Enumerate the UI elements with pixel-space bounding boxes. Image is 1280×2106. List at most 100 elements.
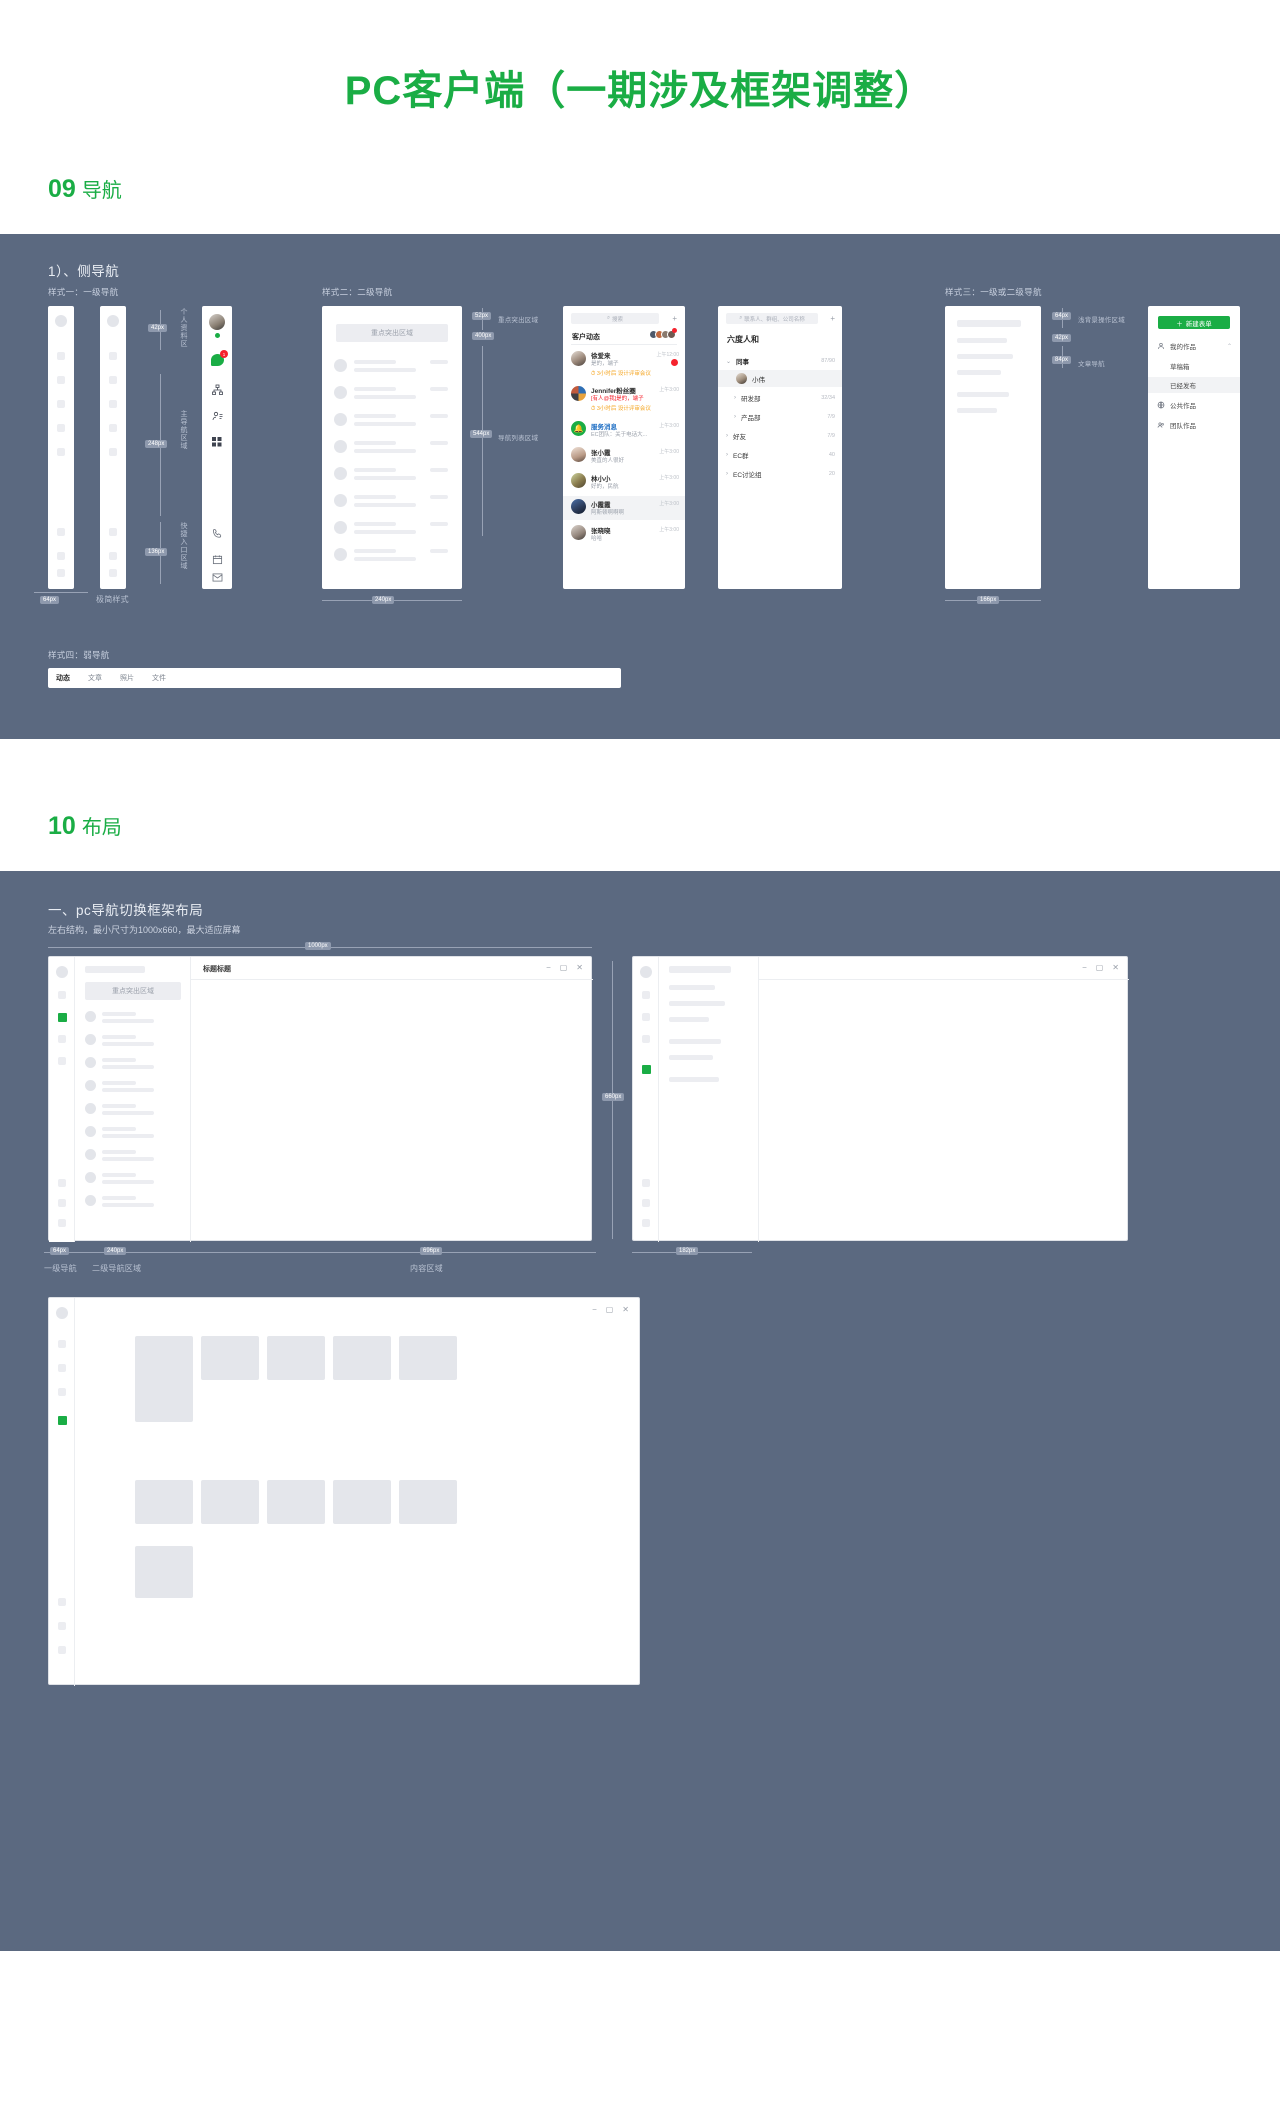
contacts-search-input[interactable]: ⌕ 联系人、群组、公司名称 bbox=[726, 313, 818, 324]
nav-icon-slot[interactable] bbox=[109, 424, 117, 432]
contact-group-row[interactable]: › EC讨论组 20 bbox=[718, 466, 842, 482]
close-icon[interactable]: ✕ bbox=[1112, 964, 1119, 972]
calendar-icon[interactable] bbox=[212, 554, 223, 565]
rail-icon[interactable] bbox=[58, 1364, 66, 1372]
rail-icon[interactable] bbox=[642, 1199, 650, 1207]
contact-group-row[interactable]: ⌄ 同事 87/90 bbox=[718, 353, 842, 369]
rail-icon[interactable] bbox=[58, 1179, 66, 1187]
maximize-icon[interactable]: ▢ bbox=[1096, 964, 1104, 972]
contact-row-selected[interactable]: 小伟 bbox=[718, 370, 842, 387]
nav-placeholder[interactable] bbox=[669, 1001, 725, 1006]
rail-icon[interactable] bbox=[642, 1179, 650, 1187]
rail-icon[interactable] bbox=[642, 1219, 650, 1227]
rail-icon[interactable] bbox=[58, 1388, 66, 1396]
close-icon[interactable]: ✕ bbox=[576, 964, 583, 972]
contact-group-row[interactable]: › EC群 40 bbox=[718, 447, 842, 463]
grid-card[interactable] bbox=[333, 1336, 391, 1380]
phone-icon[interactable] bbox=[212, 528, 223, 539]
close-icon[interactable]: ✕ bbox=[622, 1306, 629, 1314]
rail-icon[interactable] bbox=[642, 1035, 650, 1043]
grid-card[interactable] bbox=[399, 1480, 457, 1524]
chat-list-item[interactable]: Jennifer粉丝圈 上午3:00 [有人@我]是的，端子 ⏱ 3小时后 设计… bbox=[563, 382, 685, 415]
nav-icon-slot[interactable] bbox=[57, 376, 65, 384]
avatar[interactable] bbox=[640, 966, 652, 978]
rail-icon[interactable] bbox=[58, 1199, 66, 1207]
chat-list-item[interactable]: 张晓晓 上午3:00 哈哈 bbox=[563, 522, 685, 546]
nav-placeholder[interactable] bbox=[669, 966, 731, 973]
rail-icon-active[interactable] bbox=[58, 1416, 67, 1425]
avatar[interactable] bbox=[56, 1307, 68, 1319]
nav-placeholder[interactable] bbox=[669, 985, 715, 990]
grid-card[interactable] bbox=[201, 1336, 259, 1380]
rail-icon[interactable] bbox=[58, 1057, 66, 1065]
nav-icon-slot[interactable] bbox=[57, 424, 65, 432]
grid-card[interactable] bbox=[135, 1480, 193, 1524]
nav-placeholder[interactable] bbox=[957, 354, 1013, 359]
nav-placeholder[interactable] bbox=[669, 1039, 721, 1044]
rail-icon[interactable] bbox=[58, 1622, 66, 1630]
rail-icon[interactable] bbox=[58, 1035, 66, 1043]
contact-group-row[interactable]: › 研发部 32/34 bbox=[718, 390, 842, 406]
window-controls[interactable]: − ▢ ✕ bbox=[1082, 964, 1119, 972]
maximize-icon[interactable]: ▢ bbox=[606, 1306, 614, 1314]
menu-item-public-works[interactable]: 公共作品 bbox=[1148, 397, 1240, 413]
chat-list-item-selected[interactable]: 小霞霞 上午3:00 阿斯顿啊啊啊 bbox=[563, 496, 685, 520]
minimize-icon[interactable]: − bbox=[1082, 964, 1087, 972]
nav-icon-slot[interactable] bbox=[109, 552, 117, 560]
chat-list-item[interactable]: 张小霞 上午3:00 美直的人很好 bbox=[563, 444, 685, 468]
mail-icon[interactable] bbox=[212, 573, 223, 582]
nav-placeholder[interactable] bbox=[669, 1017, 709, 1022]
search-input[interactable]: ⌕ 搜索 bbox=[571, 313, 659, 324]
chat-list-item[interactable]: 🔔 服务消息 上午3:00 EC团队：关于电话大... bbox=[563, 418, 685, 442]
menu-item-published-selected[interactable]: 已经发布 bbox=[1148, 377, 1240, 393]
nav-icon-slot[interactable] bbox=[57, 552, 65, 560]
minimize-icon[interactable]: − bbox=[592, 1306, 597, 1314]
rail-icon[interactable] bbox=[58, 1340, 66, 1348]
nav-icon-slot[interactable] bbox=[109, 528, 117, 536]
tab-file[interactable]: 文件 bbox=[152, 673, 166, 683]
nav-icon-slot[interactable] bbox=[57, 448, 65, 456]
grid-card[interactable] bbox=[201, 1480, 259, 1524]
avatar[interactable] bbox=[209, 314, 225, 330]
nav-placeholder[interactable] bbox=[669, 1055, 713, 1060]
avatar[interactable] bbox=[56, 966, 68, 978]
nav-icon-slot[interactable] bbox=[109, 376, 117, 384]
create-form-button[interactable]: ＋ 新建表单 bbox=[1158, 316, 1230, 329]
chat-list-item[interactable]: 徐爱来 上午12:00 是的，端子 ⏱ 3小时后 设计评审会议 bbox=[563, 347, 685, 380]
nav-icon-slot[interactable] bbox=[109, 352, 117, 360]
menu-item-team-works[interactable]: 团队作品 bbox=[1148, 417, 1240, 433]
nav-icon-slot[interactable] bbox=[57, 400, 65, 408]
nav-placeholder[interactable] bbox=[669, 1077, 719, 1082]
grid-card[interactable] bbox=[267, 1480, 325, 1524]
rail-icon[interactable] bbox=[58, 1598, 66, 1606]
rail-icon-active[interactable] bbox=[58, 1013, 67, 1022]
rail-icon[interactable] bbox=[58, 991, 66, 999]
plus-icon[interactable]: + bbox=[830, 314, 835, 323]
tab-photo[interactable]: 照片 bbox=[120, 673, 134, 683]
nav-placeholder[interactable] bbox=[957, 408, 997, 413]
nav-icon-slot[interactable] bbox=[57, 528, 65, 536]
tab-article[interactable]: 文章 bbox=[88, 673, 102, 683]
rail-icon[interactable] bbox=[58, 1646, 66, 1654]
nav-icon-slot[interactable] bbox=[109, 448, 117, 456]
rail-icon[interactable] bbox=[642, 1013, 650, 1021]
nav-placeholder[interactable] bbox=[957, 338, 1007, 343]
grid-card[interactable] bbox=[135, 1336, 193, 1422]
contacts-icon[interactable] bbox=[211, 410, 224, 422]
minimize-icon[interactable]: − bbox=[546, 964, 551, 972]
grid-card[interactable] bbox=[267, 1336, 325, 1380]
nav-icon-slot[interactable] bbox=[57, 569, 65, 577]
nav-placeholder[interactable] bbox=[85, 966, 145, 973]
nav-icon-slot[interactable] bbox=[109, 400, 117, 408]
grid-card[interactable] bbox=[333, 1480, 391, 1524]
nav-placeholder[interactable] bbox=[957, 320, 1021, 327]
apps-grid-icon[interactable] bbox=[211, 436, 223, 448]
chat-list-item[interactable]: 林小小 上午3:00 好的，民航 bbox=[563, 470, 685, 494]
contact-group-row[interactable]: › 好友 7/9 bbox=[718, 428, 842, 444]
member-avatars[interactable] bbox=[649, 328, 677, 339]
rail-icon-active[interactable] bbox=[642, 1065, 651, 1074]
rail-icon[interactable] bbox=[642, 991, 650, 999]
menu-item-my-works[interactable]: 我的作品 ⌃ bbox=[1148, 338, 1240, 354]
rail-icon[interactable] bbox=[58, 1219, 66, 1227]
highlight-block[interactable]: 重点突出区域 bbox=[85, 982, 181, 1000]
